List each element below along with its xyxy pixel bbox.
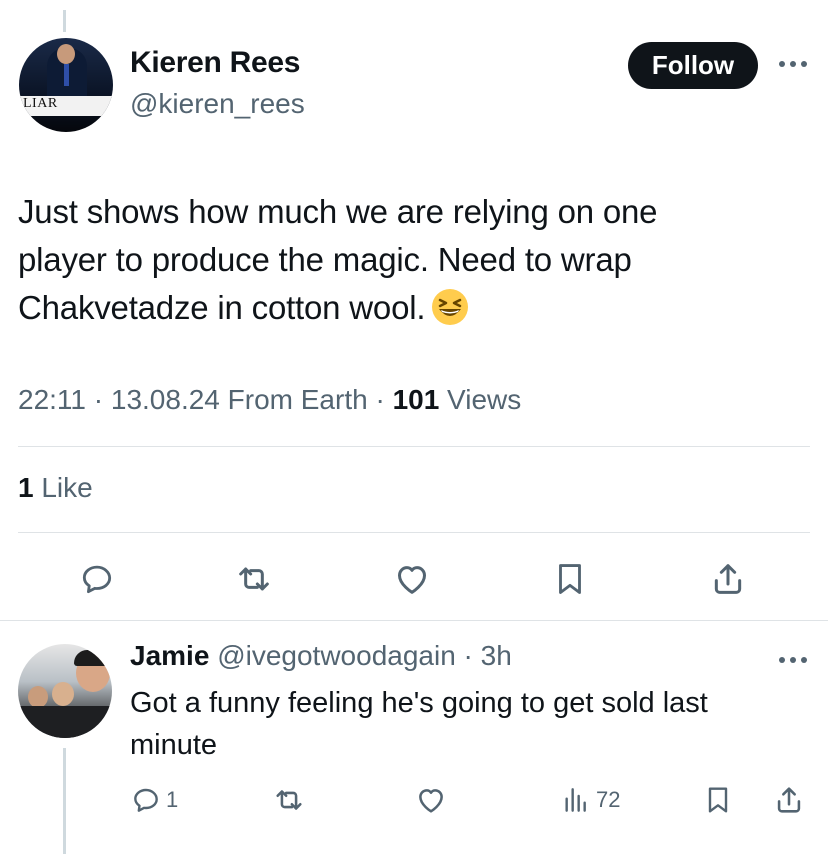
avatar-caption: LIAR [23, 96, 58, 111]
reply-icon [82, 565, 112, 594]
more-options-icon[interactable] [776, 54, 810, 74]
like-button[interactable] [390, 557, 434, 601]
reply-count: 1 [166, 787, 179, 812]
grinning-squinting-face-icon [431, 288, 469, 326]
likes-count: 1 [18, 472, 34, 503]
tweet-text-line: player to produce the magic. Need to wra… [18, 241, 632, 278]
thread-line [63, 10, 66, 32]
avatar-face [57, 44, 75, 64]
reply-more-options-icon[interactable] [776, 650, 810, 670]
reply-button[interactable] [75, 557, 119, 601]
thread-line [63, 748, 66, 854]
reply-retweet-button[interactable] [272, 782, 306, 818]
reply-author-handle[interactable]: @ivegotwoodagain · 3h [217, 640, 512, 671]
tweet-text-line: Chakvetadze in cotton wool. [18, 284, 798, 332]
divider [18, 446, 810, 447]
views-label: Views [439, 384, 522, 415]
reply-reply-button[interactable]: 1 [130, 782, 178, 818]
tweet-text: Just shows how much we are relying on on… [18, 188, 798, 332]
like-icon [398, 566, 426, 594]
retweet-icon [276, 790, 302, 810]
like-icon [419, 789, 443, 813]
tweet-text-line: Just shows how much we are relying on on… [18, 193, 658, 230]
author-handle[interactable]: @kieren_rees [130, 88, 305, 120]
reply-views-count: 72 [596, 787, 621, 812]
tweet-meta: 22:11 · 13.08.24 From Earth · 101 Views [18, 384, 521, 416]
author-avatar[interactable]: LIAR [19, 38, 113, 132]
divider [0, 620, 828, 621]
reply-icon [134, 788, 158, 812]
follow-button[interactable]: Follow [628, 42, 758, 89]
reply-author-avatar[interactable] [18, 644, 112, 738]
share-button[interactable] [706, 557, 750, 601]
reply-share-button[interactable] [772, 782, 806, 818]
bookmark-icon [559, 564, 581, 594]
reply-text: Got a funny feeling he's going to get so… [130, 687, 708, 761]
avatar-cap [74, 650, 112, 666]
avatar-bodies [18, 706, 112, 738]
avatar-tie [64, 64, 69, 86]
reply-like-button[interactable] [414, 782, 448, 818]
avatar-person [28, 686, 48, 708]
author-name[interactable]: Kieren Rees [130, 46, 300, 80]
tweet-text-segment: Chakvetadze in cotton wool. [18, 289, 426, 326]
reply-bookmark-button[interactable] [702, 782, 734, 818]
share-icon [714, 564, 742, 594]
reply-author-name[interactable]: Jamie [130, 640, 209, 671]
avatar-person [52, 682, 74, 706]
bookmark-icon [708, 787, 728, 813]
views-count: 101 [392, 384, 440, 415]
divider [18, 532, 810, 533]
share-icon [777, 787, 801, 813]
retweet-button[interactable] [232, 557, 276, 601]
likes-label: Like [33, 472, 93, 503]
reply-views-button[interactable]: 72 [560, 782, 620, 818]
timestamp-source[interactable]: 22:11 · 13.08.24 From Earth · [18, 384, 393, 415]
analytics-icon [565, 788, 586, 812]
bookmark-button[interactable] [548, 557, 592, 601]
retweet-icon [239, 567, 269, 591]
likes-summary[interactable]: 1 Like [18, 472, 93, 504]
reply-header: Jamie @ivegotwoodagain · 3h [130, 640, 512, 672]
